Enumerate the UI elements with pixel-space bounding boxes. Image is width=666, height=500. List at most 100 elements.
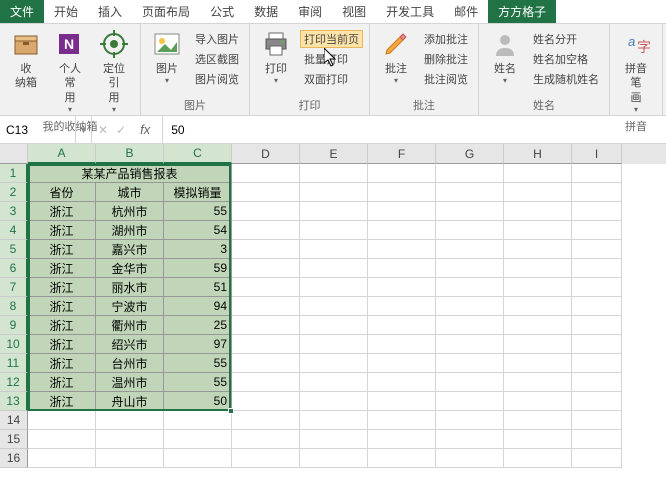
cell[interactable]: 浙江	[28, 373, 96, 392]
pinyin-button[interactable]: a字 拼音笔 画 ▾	[616, 26, 656, 116]
cell[interactable]	[368, 183, 436, 202]
cell[interactable]	[232, 411, 300, 430]
cell[interactable]	[368, 240, 436, 259]
cell[interactable]: 丽水市	[96, 278, 164, 297]
cell[interactable]	[232, 430, 300, 449]
collection-button[interactable]: 收 纳箱	[6, 26, 46, 93]
cell[interactable]	[572, 278, 622, 297]
cell[interactable]	[368, 335, 436, 354]
cell[interactable]: 湖州市	[96, 221, 164, 240]
split-name-item[interactable]: 姓名分开	[529, 30, 603, 48]
cell[interactable]	[164, 430, 232, 449]
duplex-print-item[interactable]: 双面打印	[300, 70, 363, 88]
cell[interactable]	[232, 335, 300, 354]
row-header-1[interactable]: 1	[0, 164, 28, 183]
cell[interactable]	[572, 354, 622, 373]
cell[interactable]	[232, 202, 300, 221]
tab-review[interactable]: 审阅	[288, 0, 332, 23]
cell[interactable]	[504, 354, 572, 373]
cell[interactable]	[368, 354, 436, 373]
cell[interactable]	[232, 392, 300, 411]
col-header-I[interactable]: I	[572, 144, 622, 164]
screenshot-item[interactable]: 选区截图	[191, 50, 243, 68]
cell[interactable]	[300, 183, 368, 202]
row-header-13[interactable]: 13	[0, 392, 28, 411]
cell[interactable]	[504, 278, 572, 297]
tab-data[interactable]: 数据	[244, 0, 288, 23]
cell[interactable]: 浙江	[28, 354, 96, 373]
cell[interactable]: 55	[164, 373, 232, 392]
name-button[interactable]: 姓名 ▾	[485, 26, 525, 87]
col-header-F[interactable]: F	[368, 144, 436, 164]
cell[interactable]	[572, 221, 622, 240]
cell[interactable]	[300, 202, 368, 221]
cell[interactable]	[232, 183, 300, 202]
random-name-item[interactable]: 生成随机姓名	[529, 70, 603, 88]
cell[interactable]	[232, 278, 300, 297]
cell[interactable]	[232, 164, 300, 183]
tab-insert[interactable]: 插入	[88, 0, 132, 23]
cell[interactable]	[96, 430, 164, 449]
row-header-2[interactable]: 2	[0, 183, 28, 202]
cell[interactable]	[572, 335, 622, 354]
cell[interactable]: 温州市	[96, 373, 164, 392]
cell[interactable]	[232, 297, 300, 316]
cell[interactable]: 浙江	[28, 259, 96, 278]
cell[interactable]	[572, 411, 622, 430]
col-header-G[interactable]: G	[436, 144, 504, 164]
cell[interactable]	[232, 354, 300, 373]
cell[interactable]: 50	[164, 392, 232, 411]
print-current-item[interactable]: 打印当前页	[300, 30, 363, 48]
cell[interactable]	[504, 430, 572, 449]
confirm-icon[interactable]: ✓	[116, 123, 126, 137]
select-all-corner[interactable]	[0, 144, 28, 164]
cell[interactable]	[504, 297, 572, 316]
cell[interactable]	[300, 278, 368, 297]
cell[interactable]	[504, 449, 572, 468]
cell[interactable]: 衢州市	[96, 316, 164, 335]
cell[interactable]	[504, 164, 572, 183]
add-comment-item[interactable]: 添加批注	[420, 30, 472, 48]
cell[interactable]	[572, 202, 622, 221]
row-header-16[interactable]: 16	[0, 449, 28, 468]
cell[interactable]	[300, 430, 368, 449]
cell[interactable]	[300, 240, 368, 259]
row-header-15[interactable]: 15	[0, 430, 28, 449]
row-header-4[interactable]: 4	[0, 221, 28, 240]
cell[interactable]: 台州市	[96, 354, 164, 373]
cell[interactable]: 94	[164, 297, 232, 316]
row-header-7[interactable]: 7	[0, 278, 28, 297]
cell[interactable]	[368, 221, 436, 240]
name-box-dropdown[interactable]: ▼	[76, 116, 92, 143]
cell[interactable]	[572, 259, 622, 278]
tab-fangfang[interactable]: 方方格子	[488, 0, 556, 23]
formula-input[interactable]: 50	[163, 116, 666, 143]
cell[interactable]	[232, 373, 300, 392]
cell[interactable]	[504, 316, 572, 335]
cell[interactable]	[232, 240, 300, 259]
cell[interactable]	[300, 449, 368, 468]
cell[interactable]	[368, 316, 436, 335]
cell[interactable]	[572, 240, 622, 259]
cell[interactable]: 绍兴市	[96, 335, 164, 354]
tab-mail[interactable]: 邮件	[444, 0, 488, 23]
cell[interactable]	[504, 202, 572, 221]
cell[interactable]	[436, 240, 504, 259]
cell[interactable]: 浙江	[28, 240, 96, 259]
cell[interactable]	[300, 221, 368, 240]
col-header-H[interactable]: H	[504, 144, 572, 164]
cell[interactable]: 25	[164, 316, 232, 335]
comment-preview-item[interactable]: 批注阅览	[420, 70, 472, 88]
cell[interactable]	[436, 392, 504, 411]
row-header-9[interactable]: 9	[0, 316, 28, 335]
cell[interactable]	[300, 373, 368, 392]
tab-formulas[interactable]: 公式	[200, 0, 244, 23]
cell[interactable]	[300, 335, 368, 354]
col-header-D[interactable]: D	[232, 144, 300, 164]
cell[interactable]	[504, 183, 572, 202]
cell[interactable]	[232, 449, 300, 468]
cell[interactable]	[436, 335, 504, 354]
col-header-A[interactable]: A	[28, 144, 96, 164]
cell[interactable]	[436, 278, 504, 297]
cell[interactable]	[300, 164, 368, 183]
